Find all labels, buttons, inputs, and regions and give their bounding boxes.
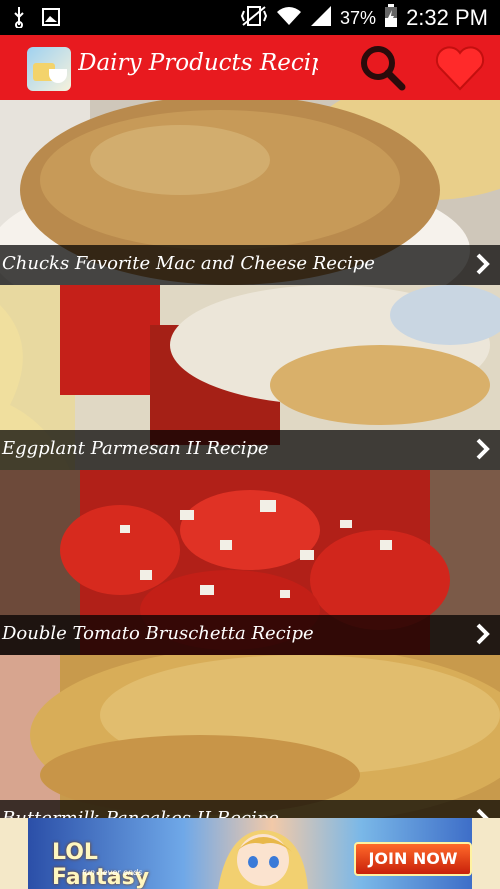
recipe-caption: Buttermilk Pancakes II Recipe — [0, 800, 500, 818]
ad-brand: LOL Fantasy — [52, 840, 150, 889]
recipe-title: Double Tomato Bruschetta Recipe — [2, 623, 314, 644]
ad-banner[interactable]: LOL Fantasy fun never ends JOIN NOW — [28, 818, 472, 889]
usb-icon — [12, 6, 26, 32]
recipe-photo — [0, 655, 500, 818]
recipe-title: Eggplant Parmesan II Recipe — [2, 438, 269, 459]
signal-icon — [310, 5, 332, 31]
favorites-button[interactable] — [434, 45, 486, 91]
recipe-item[interactable]: Double Tomato Bruschetta Recipe — [0, 470, 500, 655]
ad-character-image — [218, 830, 308, 889]
search-icon — [361, 46, 406, 91]
join-now-button[interactable]: JOIN NOW — [354, 842, 472, 876]
image-icon — [42, 8, 60, 30]
recipe-item[interactable]: Eggplant Parmesan II Recipe — [0, 285, 500, 470]
chevron-right-icon — [476, 438, 490, 460]
app-bar: Dairy Products Recipes — [0, 35, 500, 100]
search-button[interactable] — [358, 43, 406, 91]
recipe-item[interactable]: Buttermilk Pancakes II Recipe — [0, 655, 500, 818]
heart-icon — [435, 46, 485, 91]
status-bar: 37% 2:32 PM — [0, 0, 500, 35]
app-logo-icon[interactable] — [27, 47, 71, 91]
recipe-list: Chucks Favorite Mac and Cheese Recipe Eg… — [0, 100, 500, 818]
ad-tagline: fun never ends — [82, 868, 143, 877]
wifi-icon — [276, 5, 302, 31]
vibrate-icon — [240, 5, 268, 31]
recipe-item[interactable]: Chucks Favorite Mac and Cheese Recipe — [0, 100, 500, 285]
chevron-right-icon — [476, 808, 489, 818]
recipe-title: Buttermilk Pancakes II Recipe — [2, 808, 279, 818]
recipe-caption: Chucks Favorite Mac and Cheese Recipe — [0, 245, 500, 285]
battery-percent: 37% — [340, 7, 377, 28]
battery-icon — [384, 4, 398, 32]
app-title: Dairy Products Recipes — [78, 50, 318, 76]
ad-logo: LOL Fantasy fun never ends — [46, 828, 158, 889]
chevron-right-icon — [476, 623, 490, 645]
status-time: 2:32 PM — [406, 5, 488, 30]
recipe-caption: Eggplant Parmesan II Recipe — [0, 430, 500, 470]
recipe-title: Chucks Favorite Mac and Cheese Recipe — [2, 253, 375, 274]
chevron-right-icon — [476, 253, 490, 275]
recipe-caption: Double Tomato Bruschetta Recipe — [0, 615, 500, 655]
